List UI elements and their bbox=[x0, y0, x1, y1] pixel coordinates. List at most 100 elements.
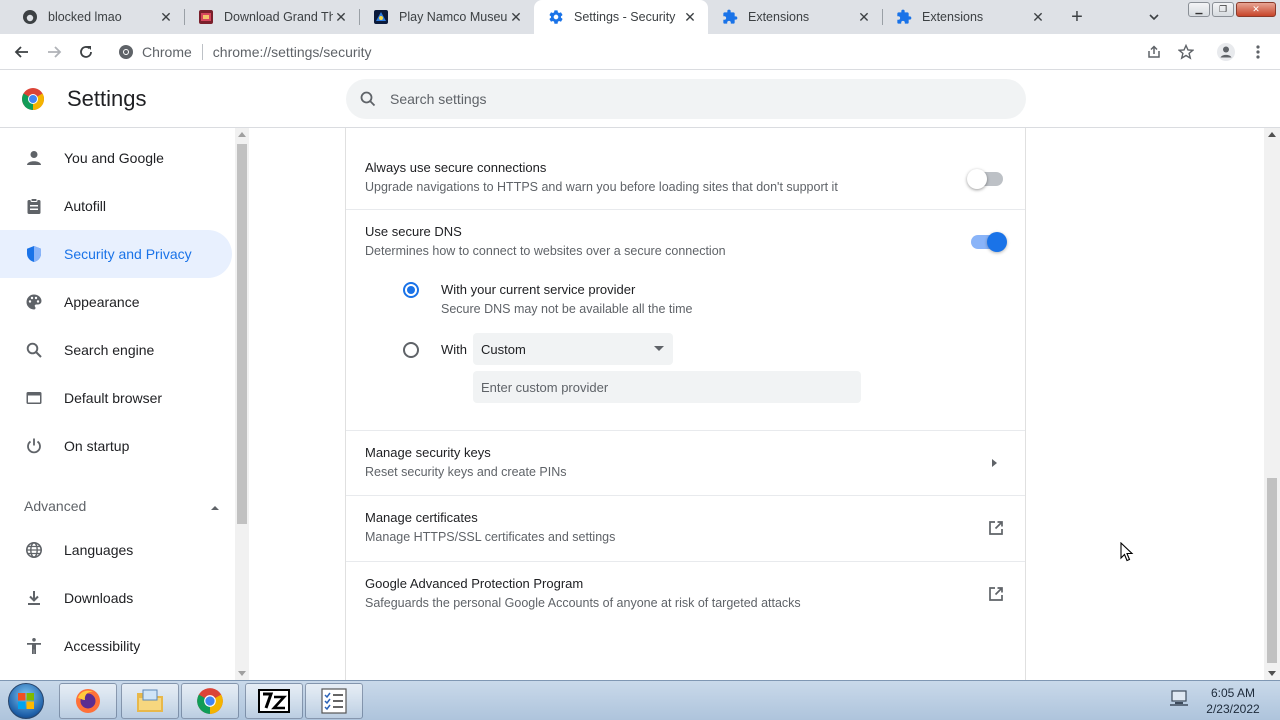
minimize-button[interactable]: ▁ bbox=[1188, 2, 1210, 17]
omnibox-url[interactable]: chrome://settings/security bbox=[213, 44, 372, 60]
close-icon[interactable]: ✕ bbox=[333, 9, 349, 25]
settings-search[interactable] bbox=[346, 79, 1026, 119]
clock-date: 2/23/2022 bbox=[1206, 702, 1260, 716]
secure-connections-toggle[interactable] bbox=[967, 169, 1003, 189]
mouse-cursor-icon bbox=[1120, 542, 1134, 562]
tab-title: Download Grand The bbox=[224, 10, 333, 24]
advanced-protection-row[interactable]: Google Advanced Protection Program Safeg… bbox=[346, 562, 1025, 627]
dns-current-provider-radio[interactable] bbox=[403, 282, 419, 298]
network-tray-icon[interactable] bbox=[1168, 687, 1190, 709]
row-subtitle: Safeguards the personal Google Accounts … bbox=[365, 596, 801, 610]
file-explorer-icon bbox=[137, 689, 163, 712]
share-icon[interactable] bbox=[1142, 40, 1166, 64]
tab-4[interactable]: Extensions ✕ bbox=[708, 0, 882, 34]
security-keys-row[interactable]: Manage security keys Reset security keys… bbox=[346, 431, 1025, 495]
omnibox-divider bbox=[201, 44, 203, 60]
toggle-knob bbox=[987, 232, 1007, 252]
row-subtitle: Manage HTTPS/SSL certificates and settin… bbox=[365, 530, 616, 544]
close-icon[interactable]: ✕ bbox=[508, 9, 524, 25]
scroll-up-arrow[interactable] bbox=[238, 132, 246, 137]
close-icon[interactable]: ✕ bbox=[856, 9, 872, 25]
tab-title: Settings - Security bbox=[574, 10, 676, 24]
sidebar-item-on-startup[interactable]: On startup bbox=[0, 422, 232, 470]
sidebar-item-label: On startup bbox=[64, 438, 130, 454]
address-bar[interactable]: Chrome chrome://settings/security bbox=[110, 37, 1110, 67]
start-button[interactable] bbox=[4, 682, 48, 720]
bookmark-star-icon[interactable] bbox=[1174, 40, 1198, 64]
taskbar-7zip[interactable] bbox=[245, 683, 303, 719]
sidebar-item-autofill[interactable]: Autofill bbox=[0, 182, 232, 230]
sidebar-item-security-and-privacy[interactable]: Security and Privacy bbox=[0, 230, 232, 278]
taskbar-file-explorer[interactable] bbox=[121, 683, 179, 719]
windows-taskbar: 6:05 AM 2/23/2022 bbox=[0, 680, 1280, 720]
tab-1[interactable]: Download Grand The ✕ bbox=[184, 0, 359, 34]
secure-connections-row[interactable]: Always use secure connections Upgrade na… bbox=[346, 148, 1025, 210]
scroll-down-arrow[interactable] bbox=[238, 671, 246, 676]
forward-arrow-icon bbox=[48, 46, 62, 58]
tab-5[interactable]: Extensions ✕ bbox=[882, 0, 1056, 34]
row-title: Use secure DNS bbox=[365, 224, 462, 239]
tab-strip: blocked lmao ✕ Download Grand The ✕ Play… bbox=[0, 0, 1280, 34]
close-icon[interactable]: ✕ bbox=[158, 9, 174, 25]
back-button[interactable] bbox=[10, 40, 34, 64]
sidebar-item-appearance[interactable]: Appearance bbox=[0, 278, 232, 326]
maximize-button[interactable]: ❐ bbox=[1212, 2, 1234, 17]
taskbar-chrome[interactable] bbox=[181, 683, 239, 719]
dropdown-caret-icon bbox=[654, 346, 664, 351]
system-clock[interactable]: 6:05 AM 2/23/2022 bbox=[1196, 685, 1270, 717]
forward-button[interactable] bbox=[42, 40, 66, 64]
kebab-menu-icon[interactable] bbox=[1246, 40, 1270, 64]
scroll-down-arrow[interactable] bbox=[1268, 671, 1276, 676]
advanced-section-toggle[interactable]: Advanced bbox=[24, 494, 220, 518]
row-subtitle: Upgrade navigations to HTTPS and warn yo… bbox=[365, 180, 838, 194]
settings-header: Settings bbox=[0, 71, 1280, 128]
dns-provider-select[interactable]: Custom bbox=[473, 333, 673, 365]
sidebar-scrollbar[interactable] bbox=[235, 128, 249, 680]
sidebar-item-default-browser[interactable]: Default browser bbox=[0, 374, 232, 422]
chevron-down-icon[interactable] bbox=[1144, 7, 1164, 27]
search-icon bbox=[358, 89, 378, 109]
task-list-icon bbox=[321, 688, 347, 714]
7zip-icon bbox=[258, 689, 290, 713]
settings-sidebar: You and Google Autofill Security and Pri… bbox=[0, 128, 235, 680]
select-value: Custom bbox=[481, 341, 526, 357]
secure-dns-toggle[interactable] bbox=[971, 232, 1007, 252]
sidebar-item-downloads[interactable]: Downloads bbox=[0, 574, 232, 622]
tab-3[interactable]: Settings - Security ✕ bbox=[534, 0, 708, 34]
scrollbar-thumb[interactable] bbox=[1267, 478, 1277, 663]
tab-0[interactable]: blocked lmao ✕ bbox=[8, 0, 184, 34]
taskbar-task-list[interactable] bbox=[305, 683, 363, 719]
github-icon bbox=[22, 9, 38, 25]
dns-custom-radio[interactable] bbox=[403, 342, 419, 358]
clipboard-icon bbox=[24, 196, 44, 216]
taskbar-firefox[interactable] bbox=[59, 683, 117, 719]
sidebar-item-search-engine[interactable]: Search engine bbox=[0, 326, 232, 374]
close-icon[interactable]: ✕ bbox=[1030, 9, 1046, 25]
power-icon bbox=[24, 436, 44, 456]
omnibox-scheme-label: Chrome bbox=[142, 44, 192, 60]
dns-custom-label: With bbox=[441, 342, 467, 357]
scrollbar-thumb[interactable] bbox=[237, 144, 247, 524]
settings-main: Always use secure connections Upgrade na… bbox=[249, 128, 1264, 688]
scroll-up-arrow[interactable] bbox=[1268, 132, 1276, 137]
main-scrollbar[interactable] bbox=[1264, 128, 1280, 680]
sidebar-item-languages[interactable]: Languages bbox=[0, 526, 232, 574]
certificates-row[interactable]: Manage certificates Manage HTTPS/SSL cer… bbox=[346, 496, 1025, 561]
security-settings-card: Always use secure connections Upgrade na… bbox=[345, 128, 1026, 688]
close-icon[interactable]: ✕ bbox=[682, 9, 698, 25]
sidebar-item-label: Downloads bbox=[64, 590, 134, 606]
search-input[interactable] bbox=[390, 91, 950, 107]
toggle-knob bbox=[967, 169, 987, 189]
sidebar-item-accessibility[interactable]: Accessibility bbox=[0, 622, 232, 670]
custom-provider-input[interactable] bbox=[473, 371, 861, 403]
reload-button[interactable] bbox=[74, 40, 98, 64]
window-close-button[interactable]: ✕ bbox=[1236, 2, 1276, 17]
windows-logo-icon bbox=[8, 683, 44, 719]
tab-title: Extensions bbox=[748, 10, 810, 24]
new-tab-button[interactable]: + bbox=[1065, 5, 1089, 29]
browser-toolbar: Chrome chrome://settings/security bbox=[0, 34, 1280, 70]
tab-2[interactable]: Play Namco Museum ✕ bbox=[359, 0, 534, 34]
profile-avatar[interactable] bbox=[1214, 40, 1238, 64]
chrome-site-icon bbox=[118, 44, 134, 60]
sidebar-item-you-and-google[interactable]: You and Google bbox=[0, 134, 232, 182]
